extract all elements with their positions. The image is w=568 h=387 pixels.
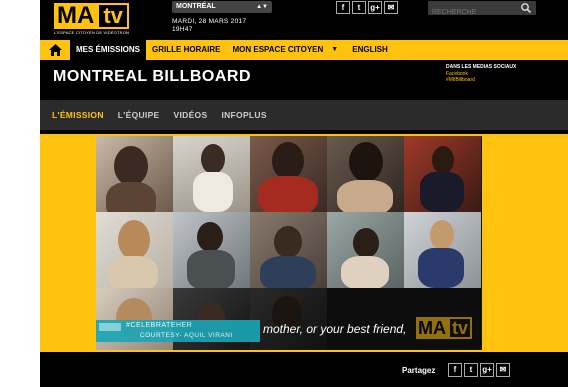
city-select-value: MONTRÉAL bbox=[176, 3, 216, 10]
collage-photo bbox=[250, 288, 327, 350]
watermark-logo: MA tv bbox=[416, 317, 473, 339]
facebook-icon[interactable]: f bbox=[336, 1, 350, 14]
top-bar: MA tv L'ESPACE CITOYEN DE VIDÉOTRON MONT… bbox=[40, 0, 568, 40]
chevron-down-icon[interactable]: ▼ bbox=[329, 40, 346, 60]
watermark-ma: MA bbox=[416, 317, 448, 339]
hashtag-link[interactable]: #MtlBillboard bbox=[446, 77, 516, 84]
logo-ma: MA bbox=[54, 3, 98, 29]
share-bar: Partagez f t g+ ✉ bbox=[40, 352, 568, 387]
twitter-share-icon[interactable]: t bbox=[464, 363, 478, 377]
video-subtitle: mother, or your best friend, bbox=[263, 322, 407, 336]
email-share-icon[interactable]: ✉ bbox=[496, 363, 510, 377]
share-icons: f t g+ ✉ bbox=[448, 363, 510, 377]
video-section: #CELEBRATEHER COURTESY- AQUIL VIRANI mot… bbox=[40, 134, 568, 352]
channel-logo-icon bbox=[99, 323, 121, 331]
time-text: 19H47 bbox=[172, 26, 193, 33]
nav-english[interactable]: ENGLISH bbox=[346, 40, 394, 60]
collage-photo bbox=[327, 212, 404, 288]
nav-grille-horaire[interactable]: GRILLE HORAIRE bbox=[146, 40, 226, 60]
caption-badge: #CELEBRATEHER COURTESY- AQUIL VIRANI bbox=[96, 320, 260, 342]
tab-videos[interactable]: VIDÉOS bbox=[174, 110, 208, 120]
collage-photo bbox=[96, 212, 173, 288]
search-icon[interactable] bbox=[520, 2, 532, 14]
show-subnav: L'ÉMISSION L'ÉQUIPE VIDÉOS INFOPLUS bbox=[40, 100, 568, 130]
page-title: MONTREAL BILLBOARD bbox=[53, 68, 252, 85]
collage-photo bbox=[173, 212, 250, 288]
collage-photo bbox=[327, 136, 404, 212]
twitter-icon[interactable]: t bbox=[352, 1, 366, 14]
logo-tv: tv bbox=[97, 3, 129, 29]
tab-emission[interactable]: L'ÉMISSION bbox=[52, 110, 104, 120]
logo-tagline: L'ESPACE CITOYEN DE VIDÉOTRON bbox=[54, 30, 130, 35]
show-header: MONTREAL BILLBOARD DANS LES MEDIAS SOCIA… bbox=[40, 60, 568, 100]
collage-photo bbox=[327, 288, 404, 350]
social-media-links: DANS LES MEDIAS SOCIAUX Facebook #MtlBil… bbox=[446, 64, 516, 84]
search-input[interactable] bbox=[428, 5, 518, 20]
date-text: MARDI, 28 MARS 2017 bbox=[172, 18, 247, 25]
tab-infoplus[interactable]: INFOPLUS bbox=[221, 110, 266, 120]
facebook-share-icon[interactable]: f bbox=[448, 363, 462, 377]
collage-photo bbox=[250, 136, 327, 212]
collage-photo bbox=[404, 212, 481, 288]
matv-logo[interactable]: MA tv L'ESPACE CITOYEN DE VIDÉOTRON bbox=[54, 3, 134, 35]
google-plus-share-icon[interactable]: g+ bbox=[480, 363, 494, 377]
header-social-icons: f t g+ ✉ bbox=[336, 1, 398, 14]
email-icon[interactable]: ✉ bbox=[384, 1, 398, 14]
page-margin bbox=[0, 0, 40, 387]
collage-photo bbox=[404, 136, 481, 212]
collage-photo bbox=[250, 212, 327, 288]
collage-photo bbox=[96, 136, 173, 212]
home-icon[interactable] bbox=[40, 40, 70, 60]
social-heading: DANS LES MEDIAS SOCIAUX bbox=[446, 64, 517, 70]
caption-hashtag: #CELEBRATEHER bbox=[126, 322, 193, 329]
caption-credit: COURTESY- AQUIL VIRANI bbox=[140, 332, 233, 339]
search-box bbox=[428, 1, 536, 20]
video-player[interactable]: #CELEBRATEHER COURTESY- AQUIL VIRANI mot… bbox=[96, 136, 482, 350]
watermark-tv: tv bbox=[448, 317, 473, 339]
nav-mon-espace-citoyen[interactable]: MON ESPACE CITOYEN bbox=[226, 40, 329, 60]
page: MA tv L'ESPACE CITOYEN DE VIDÉOTRON MONT… bbox=[40, 0, 568, 387]
main-nav: MES ÉMISSIONS GRILLE HORAIRE MON ESPACE … bbox=[40, 40, 568, 60]
share-label: Partagez bbox=[402, 366, 436, 375]
collage-photo bbox=[173, 136, 250, 212]
date-time: MARDI, 28 MARS 2017 19H47 bbox=[172, 18, 246, 34]
google-plus-icon[interactable]: g+ bbox=[368, 1, 382, 14]
city-select[interactable]: MONTRÉAL ▲▼ bbox=[172, 1, 272, 13]
tab-equipe[interactable]: L'ÉQUIPE bbox=[118, 110, 160, 120]
nav-mes-emissions[interactable]: MES ÉMISSIONS bbox=[70, 40, 147, 60]
select-arrows-icon: ▲▼ bbox=[256, 4, 268, 10]
